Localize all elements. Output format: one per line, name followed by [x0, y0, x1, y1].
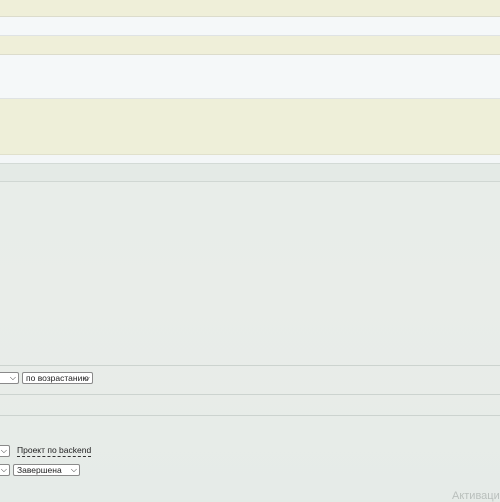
header-band-1 — [0, 0, 500, 17]
chevron-down-icon: ⌵ — [70, 465, 77, 474]
divider — [0, 394, 500, 395]
section-header — [0, 163, 500, 182]
chevron-down-icon: ⌵ — [0, 446, 7, 455]
sort-order-value: по возрастанию — [26, 373, 89, 383]
header-band-2 — [0, 17, 500, 36]
chevron-down-icon: ⌵ — [83, 373, 90, 382]
header-band-3 — [0, 36, 500, 55]
project-link[interactable]: Проект по backend — [17, 445, 92, 457]
header-band-5 — [0, 99, 500, 155]
header-band-4 — [0, 55, 500, 99]
chevron-down-icon: ⌵ — [9, 373, 16, 382]
divider — [0, 415, 500, 416]
status-select[interactable]: Завершена ⌵ — [13, 464, 80, 476]
status-value: Завершена — [17, 465, 62, 475]
type-select[interactable]: ⌵ — [0, 464, 10, 476]
sort-order-select[interactable]: по возрастанию ⌵ — [22, 372, 93, 384]
project-select[interactable]: ⌵ — [0, 445, 10, 457]
header-band-6 — [0, 155, 500, 163]
activation-watermark: Активаци — [452, 490, 500, 502]
chevron-down-icon: ⌵ — [0, 465, 7, 474]
divider — [0, 365, 500, 366]
sort-field-select[interactable]: ⌵ — [0, 372, 19, 384]
